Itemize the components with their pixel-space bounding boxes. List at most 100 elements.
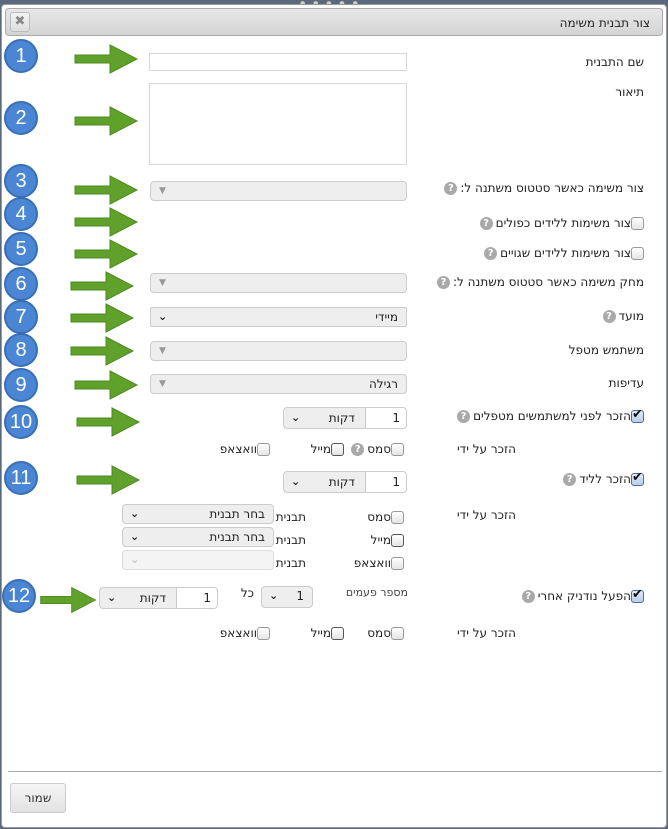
mail-label: מייל [370,533,391,547]
priority-select[interactable]: רגילה ▼ [150,374,407,394]
whatsapp-checkbox[interactable] [257,627,270,640]
remind-handlers-by-label: הזכר על ידי [457,442,516,456]
annotation-arrow-icon [74,370,139,400]
whatsapp-checkbox[interactable] [257,443,270,456]
wrong-leads-label: צור משימות ללידים שגויים [500,246,631,260]
annotation-arrow-icon [70,336,135,366]
whatsapp-template-select[interactable]: ⌄ [122,550,274,570]
whatsapp-checkbox[interactable] [391,557,404,570]
help-icon[interactable]: ? [437,276,450,289]
sms-label: סמס [367,626,391,640]
chevron-down-icon: ⌄ [130,507,140,520]
caret-down-icon: ▼ [159,186,166,196]
remind-lead-unit-select[interactable]: דקות ⌄ [283,471,366,493]
help-icon[interactable]: ? [602,310,616,323]
help-icon[interactable]: ? [444,182,458,195]
nudnik-times-value: 1 [296,589,304,603]
wrong-leads-option: צור משימות ללידים שגויים? [481,246,644,260]
annotation-arrow-icon [70,303,135,333]
annotation-arrow-icon [76,465,141,495]
nudnik-unit-select[interactable]: דקות ⌄ [99,587,177,609]
close-icon: ✖ [14,14,26,29]
chevron-down-icon: ⌄ [107,591,117,604]
help-icon[interactable]: ? [484,247,498,260]
chevron-down-icon: ⌄ [269,589,279,602]
sms-template-value: בחר תבנית [209,507,265,521]
template-name-input[interactable] [149,53,407,71]
mail-label: מייל [310,626,331,640]
remind-lead-option: הזכר לליד? [560,470,644,486]
chevron-down-icon: ⌄ [291,475,301,488]
template-name-label: שם התבנית [585,55,644,69]
create-on-status-select[interactable]: ▼ [150,181,407,201]
annotation-badge: 11 [4,461,38,495]
help-icon[interactable]: ? [479,217,493,230]
annotation-badge: 1 [4,39,38,73]
due-value: מיידי [375,310,398,324]
mail-template-value: בחר תבנית [209,530,265,544]
annotation-badge: 7 [4,300,38,334]
due-select[interactable]: מיידי ⌄ [150,307,407,327]
nudnik-label: הפעל נודניק אחרי [537,589,631,603]
nudnik-mail-option: מייל [311,626,344,640]
description-textarea[interactable] [149,83,407,165]
due-label: מועד? [600,309,644,323]
wrong-leads-checkbox[interactable] [631,247,644,260]
duplicate-leads-checkbox[interactable] [631,217,644,230]
remind-handlers-option: הזכר לפני למשתמשים מטפלים? [454,407,644,423]
help-icon[interactable]: ? [351,443,365,456]
help-icon[interactable]: ? [457,410,471,423]
delete-on-status-select[interactable]: ▼ [150,273,407,293]
annotation-badge: 2 [4,101,38,135]
annotation-badge: 10 [4,405,38,439]
annotation-badge: 12 [2,579,36,613]
sms-template-select[interactable]: בחר תבנית ⌄ [122,504,274,524]
remind-handlers-checkbox[interactable] [631,407,644,423]
close-button[interactable]: ✖ [10,12,30,32]
create-task-template-dialog: ✖ צור תבנית משימה שם התבנית תיאור צור מש… [1,4,667,828]
nudnik-times-select[interactable]: 1 ⌄ [261,586,313,608]
sms-label: סמס [367,442,391,456]
chevron-down-icon: ⌄ [291,411,301,424]
template-label: תבנית [275,556,306,570]
sms-checkbox[interactable] [391,627,404,640]
sms-label: סמס [367,510,391,524]
mail-checkbox[interactable] [391,534,404,547]
nudnik-amount-input[interactable]: 1 [176,587,218,609]
remind-lead-whatsapp-option: וואצאפ [354,556,404,570]
sms-checkbox[interactable] [391,443,404,456]
remind-lead-amount-input[interactable]: 1 [365,471,407,493]
annotation-arrow-icon [76,407,141,437]
priority-value: רגילה [368,377,398,391]
caret-down-icon: ▼ [159,379,166,389]
save-button[interactable]: שמור [10,783,66,813]
nudnik-times-label: מספר פעמים [345,586,408,599]
annotation-arrow-icon [74,106,139,136]
mail-template-select[interactable]: בחר תבנית ⌄ [122,527,274,547]
remind-handlers-amount-input[interactable]: 1 [365,407,407,429]
remind-handlers-unit-value: דקות [328,411,355,425]
help-icon[interactable]: ? [563,473,577,486]
annotation-badge: 9 [4,368,38,402]
mail-checkbox[interactable] [331,443,344,456]
remind-handlers-label: הזכר לפני למשתמשים מטפלים [473,409,631,423]
sms-checkbox[interactable] [391,511,404,524]
nudnik-checkbox[interactable] [631,587,644,603]
mail-checkbox[interactable] [331,627,344,640]
remind-handlers-unit-select[interactable]: דקות ⌄ [283,407,366,429]
remind-handlers-mail-option: מייל [311,442,344,456]
nudnik-sms-option: סמס [367,626,404,640]
help-icon[interactable]: ? [521,590,535,603]
annotation-arrow-icon [74,207,139,237]
remind-lead-checkbox[interactable] [631,470,644,486]
duplicate-leads-option: צור משימות ללידים כפולים? [477,216,644,230]
handler-select[interactable]: ▼ [150,341,407,361]
nudnik-option: הפעל נודניק אחרי? [519,587,644,603]
dialog-title: צור תבנית משימה [559,16,650,30]
chevron-down-icon: ⌄ [130,530,140,543]
delete-on-status-text: מחק משימה כאשר סטטוס משתנה ל: [453,275,644,289]
annotation-arrow-icon [70,271,135,301]
nudnik-unit-value: דקות [139,591,166,605]
remind-lead-sms-option: סמס [367,510,404,524]
annotation-badge: 6 [4,267,38,301]
